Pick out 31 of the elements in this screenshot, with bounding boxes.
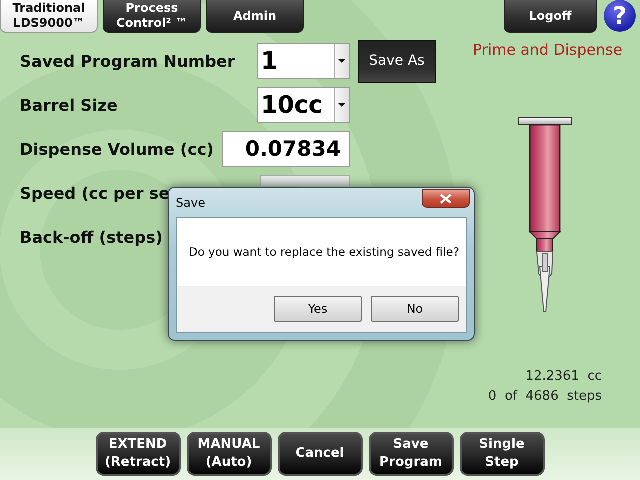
tab[interactable]: Traditional LDS9000™ bbox=[0, 0, 98, 33]
logoff-button[interactable]: Logoff bbox=[504, 0, 597, 33]
caret-icon bbox=[338, 103, 346, 107]
field-label: Dispense Volume (cc) bbox=[20, 140, 214, 158]
input-field[interactable] bbox=[260, 175, 350, 186]
input-field[interactable]: 0.07834 bbox=[222, 131, 350, 167]
action-button[interactable]: MANUAL (Auto) bbox=[186, 432, 272, 476]
tab[interactable]: Admin bbox=[206, 0, 304, 33]
dialog-title: Save bbox=[176, 194, 206, 212]
action-button[interactable]: Save Program bbox=[368, 432, 454, 476]
caret-icon bbox=[338, 59, 346, 63]
action-button[interactable]: EXTEND (Retract) bbox=[96, 432, 180, 476]
dialog-button[interactable]: No bbox=[371, 296, 459, 322]
action-button[interactable]: Single Step bbox=[460, 432, 544, 476]
mode-title: Prime and Dispense bbox=[473, 41, 623, 59]
field-label: Barrel Size bbox=[20, 96, 118, 114]
dialog-button[interactable]: Yes bbox=[274, 296, 362, 322]
field-label: Speed (cc per se bbox=[20, 184, 170, 202]
dropdown[interactable]: 10cc bbox=[257, 87, 350, 123]
volume-readout: 12.2361 cc bbox=[526, 369, 602, 384]
field-label: Back-off (steps) bbox=[20, 228, 163, 246]
save-as-button[interactable]: Save As bbox=[358, 40, 436, 82]
dialog-message: Do you want to replace the existing saved file? bbox=[177, 218, 466, 286]
close-icon bbox=[440, 194, 452, 204]
step-readout: 0 of 4686 steps bbox=[488, 389, 602, 404]
close-button[interactable] bbox=[422, 189, 470, 208]
field-label: Saved Program Number bbox=[20, 52, 236, 70]
tab[interactable]: Process Control² ™ bbox=[103, 0, 201, 33]
dropdown[interactable]: 1 bbox=[257, 43, 350, 79]
action-button[interactable]: Cancel bbox=[278, 432, 362, 476]
help-button[interactable]: ? bbox=[604, 0, 636, 32]
